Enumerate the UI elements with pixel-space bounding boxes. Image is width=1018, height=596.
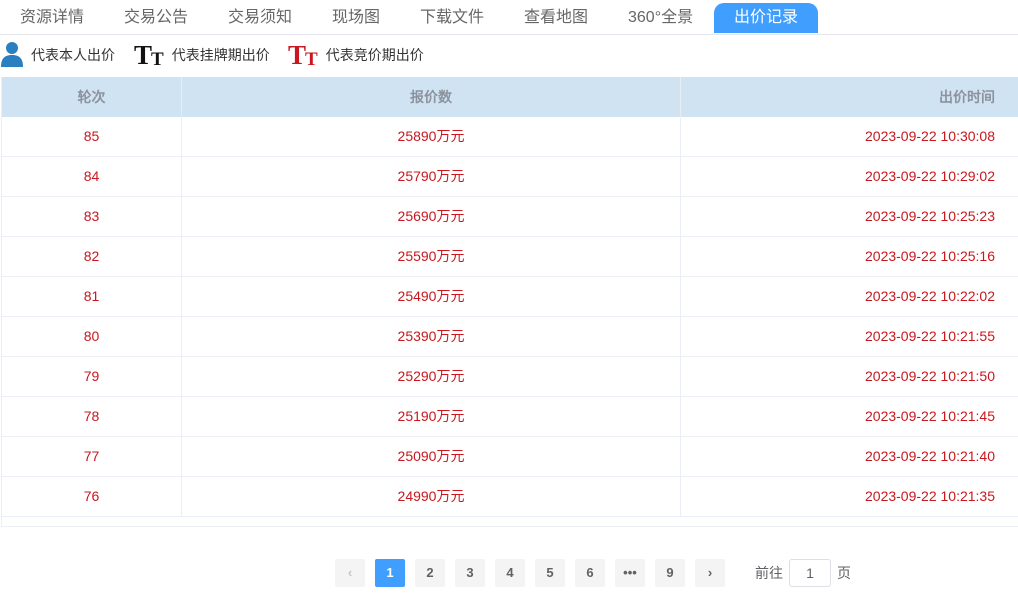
legend-listing-bid: TT 代表挂牌期出价	[134, 40, 270, 70]
legend-auction-bid: TT 代表竞价期出价	[288, 40, 424, 70]
page-jumper: 前往 页	[755, 559, 851, 587]
page-button-5[interactable]: 5	[535, 559, 565, 587]
table-row: 79 25290万元 2023-09-22 10:21:50	[2, 357, 1018, 397]
table-row: 81 25490万元 2023-09-22 10:22:02	[2, 277, 1018, 317]
table-footer-spacer	[2, 517, 1018, 527]
table-row: 77 25090万元 2023-09-22 10:21:40	[2, 437, 1018, 477]
cell-bid-amount: 25390万元	[182, 317, 681, 356]
header-bid-time: 出价时间	[939, 89, 995, 105]
cell-bid-time: 2023-09-22 10:21:40	[865, 448, 995, 464]
cell-bid-time: 2023-09-22 10:21:55	[865, 328, 995, 344]
cell-bid-amount: 25090万元	[182, 437, 681, 476]
cell-round: 77	[2, 437, 182, 476]
cell-bid-time: 2023-09-22 10:22:02	[865, 288, 995, 304]
table-row: 82 25590万元 2023-09-22 10:25:16	[2, 237, 1018, 277]
table-header: 轮次 报价数 出价时间	[2, 77, 1018, 117]
legend-label: 代表本人出价	[31, 47, 115, 63]
cell-round: 81	[2, 277, 182, 316]
cell-bid-amount: 25690万元	[182, 197, 681, 236]
cell-bid-amount: 25290万元	[182, 357, 681, 396]
cell-bid-time: 2023-09-22 10:25:16	[865, 248, 995, 264]
page-button-1[interactable]: 1	[375, 559, 405, 587]
tab-panorama[interactable]: 360°全景	[628, 3, 693, 33]
cell-round: 85	[2, 117, 182, 156]
legend-label: 代表挂牌期出价	[171, 47, 270, 63]
cell-round: 76	[2, 477, 182, 516]
table-row: 76 24990万元 2023-09-22 10:21:35	[2, 477, 1018, 517]
table-row: 80 25390万元 2023-09-22 10:21:55	[2, 317, 1018, 357]
cell-round: 78	[2, 397, 182, 436]
tt-icon: TT	[134, 39, 164, 70]
bid-records-table: 轮次 报价数 出价时间 85 25890万元 2023-09-22 10:30:…	[1, 77, 1018, 527]
tab-bar: 资源详情 交易公告 交易须知 现场图 下载文件 查看地图 360°全景 出价记录	[0, 0, 1018, 35]
cell-bid-time: 2023-09-22 10:29:02	[865, 168, 995, 184]
tab-trade-announcement[interactable]: 交易公告	[124, 3, 188, 33]
cell-bid-amount: 25190万元	[182, 397, 681, 436]
cell-bid-time: 2023-09-22 10:21:45	[865, 408, 995, 424]
prev-page-button[interactable]: ‹	[335, 559, 365, 587]
cell-bid-amount: 25490万元	[182, 277, 681, 316]
table-row: 84 25790万元 2023-09-22 10:29:02	[2, 157, 1018, 197]
cell-bid-amount: 25590万元	[182, 237, 681, 276]
tab-trade-notice[interactable]: 交易须知	[228, 3, 292, 33]
page-button-3[interactable]: 3	[455, 559, 485, 587]
goto-page-input[interactable]	[789, 559, 831, 587]
tab-resource-details[interactable]: 资源详情	[20, 3, 84, 33]
page-button-2[interactable]: 2	[415, 559, 445, 587]
cell-round: 82	[2, 237, 182, 276]
cell-bid-amount: 25790万元	[182, 157, 681, 196]
cell-bid-time: 2023-09-22 10:21:35	[865, 488, 995, 504]
page-button-9[interactable]: 9	[655, 559, 685, 587]
cell-bid-time: 2023-09-22 10:25:23	[865, 208, 995, 224]
table-row: 83 25690万元 2023-09-22 10:25:23	[2, 197, 1018, 237]
legend-label: 代表竞价期出价	[325, 47, 424, 63]
cell-bid-amount: 25890万元	[182, 117, 681, 156]
tab-download-files[interactable]: 下载文件	[420, 3, 484, 33]
table-row: 85 25890万元 2023-09-22 10:30:08	[2, 117, 1018, 157]
legend-self-bid: 代表本人出价	[0, 40, 115, 70]
table-row: 78 25190万元 2023-09-22 10:21:45	[2, 397, 1018, 437]
more-pages-button[interactable]: •••	[615, 559, 645, 587]
header-round: 轮次	[2, 77, 182, 117]
cell-bid-time: 2023-09-22 10:21:50	[865, 368, 995, 384]
header-bid-amount: 报价数	[182, 77, 681, 117]
next-page-button[interactable]: ›	[695, 559, 725, 587]
tt-icon: TT	[288, 39, 318, 70]
cell-round: 83	[2, 197, 182, 236]
page-button-4[interactable]: 4	[495, 559, 525, 587]
tab-view-map[interactable]: 查看地图	[524, 3, 588, 33]
page-unit-label: 页	[837, 565, 851, 581]
legend: 代表本人出价 TT 代表挂牌期出价 TT 代表竞价期出价	[0, 40, 1018, 70]
pagination: ‹ 1 2 3 4 5 6 ••• 9 › 前往 页	[335, 559, 851, 587]
page-button-6[interactable]: 6	[575, 559, 605, 587]
tab-bid-records[interactable]: 出价记录	[714, 3, 818, 33]
cell-round: 80	[2, 317, 182, 356]
cell-round: 84	[2, 157, 182, 196]
cell-bid-amount: 24990万元	[182, 477, 681, 516]
goto-label: 前往	[755, 565, 783, 581]
cell-bid-time: 2023-09-22 10:30:08	[865, 128, 995, 144]
tab-site-photos[interactable]: 现场图	[332, 3, 380, 33]
cell-round: 79	[2, 357, 182, 396]
person-icon	[0, 41, 24, 70]
